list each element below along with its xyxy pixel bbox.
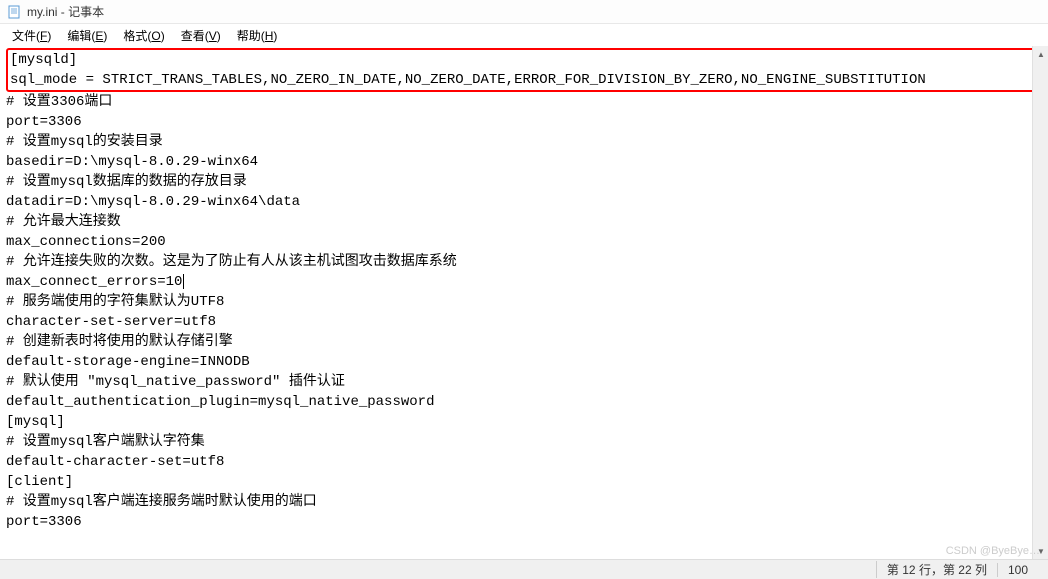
text-line: # 设置mysql客户端连接服务端时默认使用的端口 bbox=[6, 492, 1042, 512]
text-line: # 设置mysql客户端默认字符集 bbox=[6, 432, 1042, 452]
text-line: default-storage-engine=INNODB bbox=[6, 352, 1042, 372]
watermark-text: CSDN @ByeBye… bbox=[946, 545, 1040, 557]
text-line: basedir=D:\mysql-8.0.29-winx64 bbox=[6, 152, 1042, 172]
text-line: [mysql] bbox=[6, 412, 1042, 432]
statusbar: 第 12 行，第 22 列 100 bbox=[0, 559, 1048, 579]
text-line: # 设置mysql数据库的数据的存放目录 bbox=[6, 172, 1042, 192]
menubar: 文件(F) 编辑(E) 格式(O) 查看(V) 帮助(H) bbox=[0, 24, 1048, 46]
text-line: # 设置3306端口 bbox=[6, 92, 1042, 112]
menu-help[interactable]: 帮助(H) bbox=[229, 25, 286, 46]
window-title: my.ini - 记事本 bbox=[27, 3, 104, 20]
text-line: character-set-server=utf8 bbox=[6, 312, 1042, 332]
text-line: # 创建新表时将使用的默认存储引擎 bbox=[6, 332, 1042, 352]
text-line: # 设置mysql的安装目录 bbox=[6, 132, 1042, 152]
text-line: # 允许最大连接数 bbox=[6, 212, 1042, 232]
vertical-scrollbar[interactable]: ▲ ▼ bbox=[1032, 46, 1048, 559]
text-line: sql_mode = STRICT_TRANS_TABLES,NO_ZERO_I… bbox=[10, 70, 1038, 90]
text-editor-area[interactable]: [mysqld] sql_mode = STRICT_TRANS_TABLES,… bbox=[0, 46, 1048, 534]
text-line: default-character-set=utf8 bbox=[6, 452, 1042, 472]
text-line: [client] bbox=[6, 472, 1042, 492]
text-line: default_authentication_plugin=mysql_nati… bbox=[6, 392, 1042, 412]
highlight-annotation: [mysqld] sql_mode = STRICT_TRANS_TABLES,… bbox=[6, 48, 1042, 92]
text-line: max_connections=200 bbox=[6, 232, 1042, 252]
menu-view[interactable]: 查看(V) bbox=[173, 25, 229, 46]
text-line: [mysqld] bbox=[10, 50, 1038, 70]
text-line: # 允许连接失败的次数。这是为了防止有人从该主机试图攻击数据库系统 bbox=[6, 252, 1042, 272]
text-line: max_connect_errors=10 bbox=[6, 272, 1042, 292]
status-position: 第 12 行，第 22 列 bbox=[876, 561, 997, 578]
titlebar: my.ini - 记事本 bbox=[0, 0, 1048, 24]
scroll-up-arrow-icon[interactable]: ▲ bbox=[1033, 46, 1048, 62]
menu-edit[interactable]: 编辑(E) bbox=[59, 25, 115, 46]
text-line: port=3306 bbox=[6, 512, 1042, 532]
text-line: # 服务端使用的字符集默认为UTF8 bbox=[6, 292, 1042, 312]
text-line: port=3306 bbox=[6, 112, 1042, 132]
text-line: # 默认使用 "mysql_native_password" 插件认证 bbox=[6, 372, 1042, 392]
status-zoom: 100 bbox=[997, 563, 1038, 577]
menu-file[interactable]: 文件(F) bbox=[4, 25, 59, 46]
notepad-icon bbox=[6, 4, 22, 20]
text-line: datadir=D:\mysql-8.0.29-winx64\data bbox=[6, 192, 1042, 212]
menu-format[interactable]: 格式(O) bbox=[115, 25, 172, 46]
